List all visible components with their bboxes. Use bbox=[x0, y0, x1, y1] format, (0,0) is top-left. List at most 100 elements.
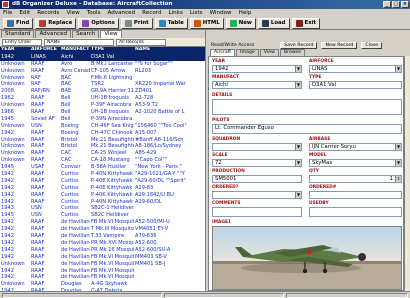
table-row[interactable]: Unknown RAAF Avro CanadaCF-105 Arrow RL203 bbox=[0, 68, 205, 75]
html-button[interactable]: HTML bbox=[189, 17, 224, 29]
table-row[interactable]: 1942 RAAF de Havilland T Mk.III Mosquito VM4… bbox=[0, 226, 205, 233]
manufact-field[interactable]: Aichi ▼ bbox=[212, 81, 302, 89]
table-row[interactable]: Unknown RAAF Bell P-39F Airacobra A53-9 T2 bbox=[0, 102, 205, 109]
close-window-icon[interactable]: × bbox=[401, 1, 409, 8]
tab-standard[interactable]: Standard bbox=[1, 30, 35, 38]
airbase-field[interactable]: IJN Carrier Soryu ▼ bbox=[309, 143, 402, 151]
production-field[interactable]: SM5001 bbox=[212, 175, 302, 183]
sort-order-select[interactable]: Entry Order bbox=[2, 38, 42, 46]
chevron-down-icon[interactable]: ▼ bbox=[295, 192, 301, 198]
tab-view[interactable]: View bbox=[100, 30, 122, 38]
menu-help[interactable]: Help bbox=[239, 9, 252, 17]
table-row[interactable]: 1942 RAAF Curtiss P-40E Kittyhawk A29-83 bbox=[0, 185, 205, 192]
squadron-field[interactable]: ▼ bbox=[212, 143, 302, 151]
table-row[interactable]: 1942 RAAF Boeing CH-47C Chinook A15-007 bbox=[0, 130, 205, 137]
exit-button[interactable]: Exit bbox=[291, 17, 321, 29]
save-record-button[interactable]: Save Record bbox=[280, 41, 318, 49]
menu-links[interactable]: Links bbox=[169, 9, 183, 17]
column-header-airforce[interactable]: AIRFORCE bbox=[30, 47, 60, 54]
table-row[interactable]: 1945 USN Curtiss SB2C Helldiver bbox=[0, 212, 205, 219]
table-row[interactable]: Unknown RAAF CAC CA-25 Winjeel A85-429 bbox=[0, 150, 205, 157]
column-header-year[interactable]: YEAR bbox=[0, 47, 30, 54]
menu-tools[interactable]: Tools bbox=[87, 9, 101, 17]
column-header-name[interactable]: NAME bbox=[134, 47, 205, 54]
table-row[interactable]: 1942 RAAF Curtiss P-40N Kittyhawk "A29-1021/… bbox=[0, 171, 205, 178]
table-row[interactable]: Unknown RAAF Avro B Mk.I Lancaster ""S for S… bbox=[0, 61, 205, 68]
aircraft-photo[interactable] bbox=[212, 226, 402, 290]
table-row[interactable]: 1942 RAAF Curtiss P-40K Kittyhawk A29.1842/U… bbox=[0, 192, 205, 199]
qty-stepper[interactable]: 1 ⇕ bbox=[309, 175, 402, 183]
table-row[interactable]: 1945 USAF Convair B-58A Hustler "New York - … bbox=[0, 164, 205, 171]
new-record-button[interactable]: New Record bbox=[321, 41, 358, 49]
table-row[interactable]: Unknown RAAF CAC CA-18 Mustang ""Capo Col"" bbox=[0, 157, 205, 164]
table-row[interactable]: 2008 RAF/RN BAE GR.9A Harrier 11 ZD401 bbox=[0, 88, 205, 95]
record-filter-select[interactable]: All Records bbox=[116, 38, 166, 46]
table-row[interactable]: 1966 RAAF Bell UH-1B Iroquois A2-1020 Battle… bbox=[0, 109, 205, 116]
tab-advanced[interactable]: Advanced bbox=[35, 30, 72, 38]
scale-field[interactable]: 72 ▼ bbox=[212, 159, 302, 167]
table-button[interactable]: Table bbox=[154, 17, 188, 29]
chevron-down-icon[interactable]: ▼ bbox=[295, 82, 301, 88]
load-button[interactable]: Load bbox=[257, 17, 290, 29]
used-by-field[interactable] bbox=[309, 207, 402, 217]
options-button[interactable]: Options bbox=[78, 17, 119, 29]
replace-button[interactable]: Replace bbox=[35, 17, 77, 29]
table-row[interactable]: Unknown RAF BAC F.Mk.6 Lightning bbox=[0, 75, 205, 82]
tab-aircraft[interactable]: Aircraft bbox=[210, 49, 236, 56]
tab-browse[interactable]: Browse bbox=[279, 49, 306, 56]
model-field[interactable]: SkyMax ▼ bbox=[309, 159, 402, 167]
tab-image[interactable]: Image bbox=[236, 49, 259, 56]
menu-advanced[interactable]: Advanced bbox=[108, 9, 136, 17]
menu-file[interactable]: File bbox=[3, 9, 12, 17]
column-header-type[interactable]: TYPE bbox=[90, 47, 134, 54]
print-button[interactable]: Print bbox=[120, 17, 153, 29]
table-row[interactable]: 1942 RAAF de Havilland FB Mk.VI Mosquito bbox=[0, 274, 205, 281]
table-row[interactable]: Unknown RAAF de Havilland FB Mk.VI Mosquito… bbox=[0, 261, 205, 268]
ordered-number-field[interactable] bbox=[309, 191, 402, 199]
details-field[interactable] bbox=[212, 99, 402, 115]
close-record-button[interactable]: Close bbox=[361, 41, 383, 49]
table-row[interactable]: 1942 RAAF Curtiss P-40N Kittyhawk A29-60/DL bbox=[0, 199, 205, 206]
new-button[interactable]: New bbox=[225, 17, 256, 29]
table-row[interactable]: 1942 RAAF de Havilland T.33 Vampire A79-636 bbox=[0, 233, 205, 240]
table-row[interactable]: 1962 RAAF Bell UH-1B Iroquois A2-728 bbox=[0, 95, 205, 102]
spin-arrows-icon[interactable]: ⇕ bbox=[395, 176, 401, 182]
menu-window[interactable]: Window bbox=[210, 9, 232, 17]
type-field[interactable]: D3A1 Val bbox=[309, 81, 402, 89]
chevron-down-icon[interactable]: ▼ bbox=[395, 144, 401, 150]
sort-field-select[interactable]: NAME bbox=[44, 38, 114, 46]
table-row[interactable]: 1945 Soviet AF Bell P-39N Airacobra bbox=[0, 116, 205, 123]
table-row[interactable]: Unknown RAAF Douglas A-4G Skyhawk bbox=[0, 281, 205, 288]
menu-lists[interactable]: Lists bbox=[190, 9, 203, 17]
menu-view[interactable]: View bbox=[66, 9, 79, 17]
minimize-icon[interactable]: _ bbox=[383, 1, 391, 8]
table-row[interactable]: 1942 RAAF de HavillandPR Mk.16 MosquitoA52… bbox=[0, 247, 205, 254]
maximize-icon[interactable]: □ bbox=[392, 1, 400, 8]
table-row[interactable]: Unknown RAAF Bristol Mk.21 Beaufighter #Banf… bbox=[0, 137, 205, 144]
table-row[interactable]: 1942 RAAF Curtiss P-40E Kittyhawk "A29-60/DL… bbox=[0, 178, 205, 185]
table-row[interactable]: 1942 RAAF de Havilland FB Mk.VI Mosquito MM4… bbox=[0, 254, 205, 261]
menu-edit[interactable]: Edit bbox=[19, 9, 30, 17]
pilots-field[interactable]: Lt. Commander Eguso bbox=[212, 124, 402, 134]
chevron-down-icon[interactable]: ▼ bbox=[295, 66, 301, 72]
find-button[interactable]: Find bbox=[3, 17, 34, 29]
comments-field[interactable] bbox=[212, 207, 302, 217]
table-row[interactable]: Unknown USN Boeing CH-46F Sea Knight"156460… bbox=[0, 123, 205, 130]
table-row[interactable]: 1942 RAAF de HavillandPR Mk.XVI MosquitoA5… bbox=[0, 240, 205, 247]
chevron-down-icon[interactable]: ▼ bbox=[295, 160, 301, 166]
chevron-down-icon[interactable]: ▼ bbox=[395, 160, 401, 166]
table-row[interactable]: 1942 RAAF de Havilland FB Mk.VI Mosquito A52… bbox=[0, 219, 205, 226]
chevron-down-icon[interactable]: ▼ bbox=[395, 66, 401, 72]
airforce-field[interactable]: LINAS ▼ bbox=[309, 65, 402, 73]
tab-search[interactable]: Search bbox=[72, 30, 100, 38]
menu-records[interactable]: Records bbox=[37, 9, 59, 17]
table-row[interactable]: 1943 USN Curtiss SB2C-1 Helldiver bbox=[0, 205, 205, 212]
table-row[interactable]: 1942 LINAS Aichi D3A1 Val bbox=[0, 53, 205, 61]
ordered-field[interactable]: ▼ bbox=[212, 191, 302, 199]
year-field[interactable]: 1942 ▼ bbox=[212, 65, 302, 73]
table-row[interactable]: 1942 RAAF de Havilland FB Mk.VI Mosquito bbox=[0, 268, 205, 275]
form-scrollbar[interactable] bbox=[404, 56, 410, 291]
table-row[interactable]: Unknown RAF BAC TSR2 XR220 Imperial War bbox=[0, 81, 205, 88]
table-row[interactable]: Unknown RAAF Bristol Mk.21 Beaufighter A8-18… bbox=[0, 143, 205, 150]
menu-record[interactable]: Record bbox=[142, 9, 161, 17]
